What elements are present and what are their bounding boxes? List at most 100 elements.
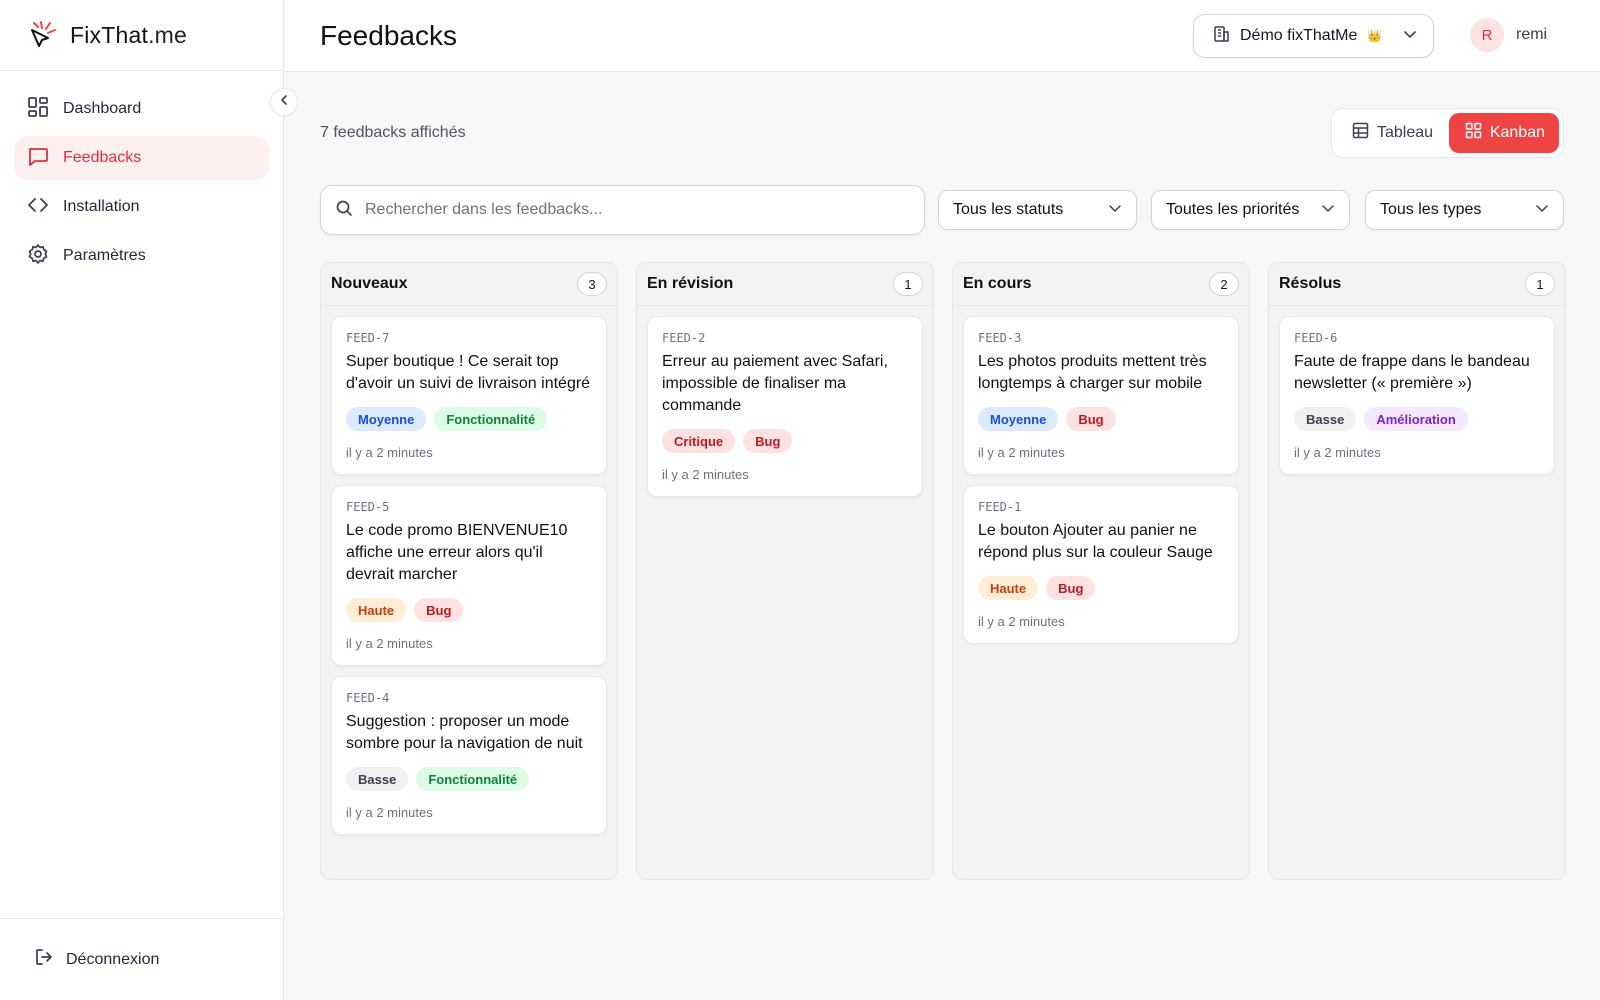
table-view-button[interactable]: Tableau — [1336, 113, 1447, 153]
brand[interactable]: FixThat.me — [0, 0, 283, 71]
brand-name: FixThat.me — [70, 21, 188, 48]
status-filter[interactable]: Tous les statuts — [938, 190, 1137, 230]
feedback-timestamp: il y a 2 minutes — [978, 614, 1065, 629]
page-title: Feedbacks — [320, 20, 457, 51]
type-badge: Bug — [743, 429, 793, 453]
feedback-card[interactable]: FEED-3 Les photos produits mettent très l… — [963, 316, 1239, 475]
sidebar-item-parametres[interactable]: Paramètres — [14, 234, 269, 278]
sidebar-item-dashboard[interactable]: Dashboard — [14, 87, 269, 131]
feedback-card[interactable]: FEED-4 Suggestion : proposer un mode somb… — [331, 676, 607, 835]
feedback-card[interactable]: FEED-1 Le bouton Ajouter au panier ne rép… — [963, 485, 1239, 644]
priority-badge: Haute — [978, 576, 1039, 600]
feedback-timestamp: il y a 2 minutes — [346, 445, 433, 460]
feedback-tags: Critique Bug — [662, 429, 908, 453]
column-header: Nouveaux 3 — [321, 263, 617, 306]
logout-label: Déconnexion — [66, 950, 160, 968]
priority-badge: Haute — [346, 598, 407, 622]
search-input[interactable] — [365, 201, 885, 219]
message-square-icon — [27, 145, 49, 172]
priority-badge: Critique — [662, 429, 736, 453]
kanban-column-nouveaux: Nouveaux 3 FEED-7 Super boutique ! Ce serai… — [320, 262, 618, 880]
feedback-tags: Basse Fonctionnalité — [346, 767, 592, 791]
priority-badge: Basse — [1294, 407, 1357, 431]
logout-button[interactable]: Déconnexion — [0, 918, 283, 1000]
column-title: En révision — [647, 275, 734, 292]
sidebar-item-label: Paramètres — [63, 247, 146, 264]
priority-badge: Moyenne — [978, 407, 1059, 431]
feedback-tags: Haute Bug — [346, 598, 592, 622]
feedback-timestamp: il y a 2 minutes — [1294, 445, 1381, 460]
chevron-down-icon — [1321, 201, 1335, 220]
column-count-badge: 1 — [1525, 272, 1555, 296]
column-title: Résolus — [1279, 275, 1342, 292]
organization-select[interactable]: Démo fixThatMe 👑 — [1193, 14, 1434, 58]
priority-filter[interactable]: Toutes les priorités — [1151, 190, 1350, 230]
column-cards: FEED-3 Les photos produits mettent très l… — [953, 306, 1249, 644]
logout-icon — [34, 947, 54, 972]
type-badge: Amélioration — [1364, 407, 1468, 431]
sidebar-nav: Dashboard Feedbacks Installation Paramèt… — [0, 71, 283, 278]
feedback-tags: Moyenne Fonctionnalité — [346, 407, 592, 431]
type-badge: Fonctionnalité — [416, 767, 530, 791]
feedback-id: FEED-7 — [346, 331, 390, 345]
kanban-column-resolus: Résolus 1 FEED-6 Faute de frappe dans le ba… — [1268, 262, 1566, 880]
feedback-card[interactable]: FEED-6 Faute de frappe dans le bandeau ne… — [1279, 316, 1555, 475]
code-icon — [27, 194, 49, 221]
sidebar-item-installation[interactable]: Installation — [14, 185, 269, 229]
feedback-title: Super boutique ! Ce serait top d'avoir u… — [346, 353, 591, 392]
feedback-title: Faute de frappe dans le bandeau newslett… — [1294, 353, 1530, 392]
user-name: remi — [1516, 26, 1548, 43]
sidebar-item-feedbacks[interactable]: Feedbacks — [14, 136, 269, 180]
type-badge: Fonctionnalité — [434, 407, 548, 431]
sidebar-item-label: Feedbacks — [63, 149, 142, 166]
avatar: R — [1470, 18, 1504, 52]
feedback-title: Suggestion : proposer un mode sombre pou… — [346, 713, 583, 752]
column-header: En cours 2 — [953, 263, 1249, 306]
feedback-count: 7 feedbacks affichés — [320, 124, 466, 141]
crown-icon: 👑 — [1367, 29, 1383, 43]
feedback-card[interactable]: FEED-5 Le code promo BIENVENUE10 affiche … — [331, 485, 607, 666]
chevron-down-icon — [1535, 201, 1549, 220]
logo-icon — [28, 18, 60, 53]
column-count-badge: 3 — [577, 272, 607, 296]
feedback-tags: Haute Bug — [978, 576, 1224, 600]
feedback-title: Erreur au paiement avec Safari, impossib… — [662, 353, 888, 414]
sidebar: FixThat.me Dashboard Feedbacks Installat… — [0, 0, 284, 1000]
chevron-down-icon — [1403, 27, 1417, 46]
column-header: En révision 1 — [637, 263, 933, 306]
kanban-view-button[interactable]: Kanban — [1448, 113, 1559, 153]
feedback-card[interactable]: FEED-2 Erreur au paiement avec Safari, im… — [647, 316, 923, 497]
column-cards: FEED-2 Erreur au paiement avec Safari, im… — [637, 306, 933, 497]
column-title: Nouveaux — [331, 275, 408, 292]
feedback-timestamp: il y a 2 minutes — [346, 805, 433, 820]
user-menu[interactable]: R remi — [1470, 18, 1547, 52]
column-count-badge: 2 — [1209, 272, 1239, 296]
sidebar-item-label: Installation — [63, 198, 140, 215]
column-title: En cours — [963, 275, 1032, 292]
column-count-badge: 1 — [893, 272, 923, 296]
priority-filter-value: Toutes les priorités — [1166, 201, 1300, 218]
sidebar-item-label: Dashboard — [63, 100, 142, 117]
grid-icon — [1465, 122, 1482, 144]
sidebar-collapse-button[interactable] — [270, 88, 298, 116]
dashboard-icon — [27, 96, 49, 123]
feedback-timestamp: il y a 2 minutes — [346, 636, 433, 651]
feedback-id: FEED-3 — [978, 331, 1022, 345]
column-cards: FEED-7 Super boutique ! Ce serait top d'a… — [321, 306, 617, 835]
kanban-column-en-cours: En cours 2 FEED-3 Les photos produits mette… — [952, 262, 1250, 880]
type-filter[interactable]: Tous les types — [1365, 190, 1564, 230]
column-cards: FEED-6 Faute de frappe dans le bandeau ne… — [1269, 306, 1565, 475]
feedback-id: FEED-2 — [662, 331, 706, 345]
table-view-label: Tableau — [1377, 124, 1434, 141]
feedback-id: FEED-6 — [1294, 331, 1338, 345]
priority-badge: Moyenne — [346, 407, 427, 431]
building-icon — [1212, 25, 1230, 48]
feedback-title: Les photos produits mettent très longtem… — [978, 353, 1207, 392]
type-filter-value: Tous les types — [1380, 201, 1482, 218]
feedback-timestamp: il y a 2 minutes — [662, 467, 749, 482]
table-icon — [1352, 122, 1369, 144]
chevron-left-icon — [278, 93, 290, 111]
feedback-tags: Moyenne Bug — [978, 407, 1224, 431]
feedback-card[interactable]: FEED-7 Super boutique ! Ce serait top d'a… — [331, 316, 607, 475]
feedback-timestamp: il y a 2 minutes — [978, 445, 1065, 460]
